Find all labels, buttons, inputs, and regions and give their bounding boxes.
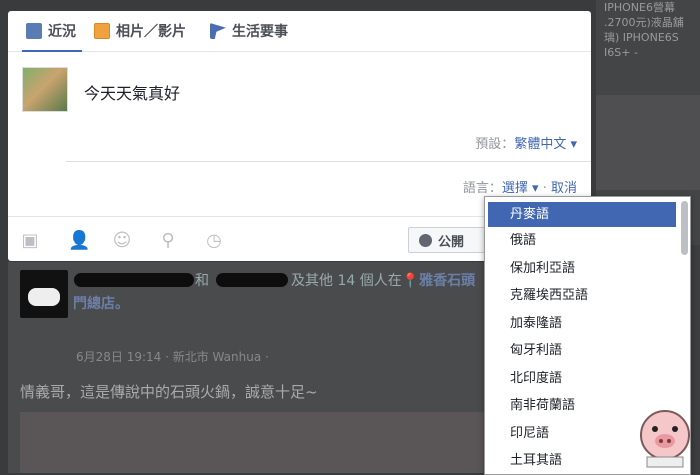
- tab-label: 相片／影片: [116, 24, 186, 40]
- privacy-label: 公開: [438, 234, 465, 250]
- post-header: 和: [195, 270, 209, 290]
- dropdown-option[interactable]: 匈牙利語: [485, 337, 690, 365]
- redaction: [216, 273, 288, 287]
- location-link[interactable]: 📍雅香石頭: [402, 273, 475, 289]
- post-meta: 6月28日 19:14 · 新北市 Wanhua ·: [76, 350, 269, 364]
- tab-life-event[interactable]: 生活要事: [210, 21, 288, 41]
- preset-language: 預設：繁體中文 ▾: [475, 133, 577, 152]
- post-header-text: 及其他 14 個人在: [291, 273, 402, 289]
- avatar: [20, 270, 68, 318]
- ad-line: 璃) IPHONE6S: [604, 31, 679, 44]
- language-label: 語言：: [462, 181, 502, 196]
- tab-photo-video[interactable]: 相片／影片: [94, 21, 186, 41]
- avatar: [22, 67, 68, 112]
- post-header-text: 和: [195, 273, 209, 289]
- ad-line: IPHONE6營幕: [604, 1, 675, 14]
- post-text: 情義哥，這是傳說中的石頭火鍋，誠意十足~: [20, 383, 318, 401]
- pig-mascot-logo: [640, 410, 690, 468]
- tab-label: 生活要事: [232, 24, 288, 40]
- location-pin-icon[interactable]: ⚲: [158, 231, 178, 251]
- language-select[interactable]: 選擇: [502, 181, 528, 196]
- flag-icon: [210, 23, 226, 39]
- dropdown-option[interactable]: 克羅埃西亞語: [485, 282, 690, 310]
- status-input[interactable]: 今天天氣真好: [84, 80, 180, 104]
- dropdown-option[interactable]: 保加利亞語: [485, 255, 690, 283]
- location-link-cont[interactable]: 門總店。: [73, 293, 129, 313]
- tab-status[interactable]: 近況: [26, 21, 76, 41]
- translation-language-row: 語言：選擇 ▾ · 取消: [462, 181, 577, 196]
- emoji-icon[interactable]: ☺: [112, 231, 132, 251]
- dropdown-option[interactable]: 加泰隆語: [485, 310, 690, 338]
- dropdown-option[interactable]: 丹麥語: [488, 202, 676, 227]
- pencil-icon: [26, 23, 42, 39]
- dropdown-option[interactable]: 北印度語: [485, 365, 690, 393]
- privacy-button[interactable]: 公開: [408, 227, 494, 253]
- preset-language-link[interactable]: 繁體中文: [514, 137, 566, 152]
- chevron-down-icon[interactable]: ▾: [566, 137, 577, 152]
- tag-people-icon[interactable]: 👤: [68, 231, 90, 251]
- ad-line: I6S+ -: [604, 46, 638, 59]
- composer-tabs: 近況 相片／影片 生活要事: [8, 11, 591, 52]
- ad-line: .2700元)液晶舖: [604, 16, 684, 29]
- camera-icon[interactable]: ▣: [20, 231, 40, 251]
- location-text[interactable]: 雅香石頭: [419, 273, 475, 289]
- chevron-down-icon[interactable]: ▾: [528, 181, 543, 196]
- divider: [66, 161, 591, 162]
- active-tab-indicator: [22, 50, 82, 52]
- photo-icon: [94, 23, 110, 39]
- dropdown-scrollbar[interactable]: [681, 201, 688, 255]
- globe-icon: [419, 233, 432, 247]
- ad-thumbnail: [596, 95, 700, 190]
- tab-label: 近況: [48, 24, 76, 40]
- dropdown-option[interactable]: 俄語: [485, 227, 690, 255]
- redaction: [74, 273, 194, 287]
- cancel-link[interactable]: 取消: [551, 181, 577, 196]
- preset-label: 預設：: [475, 137, 515, 152]
- clock-icon[interactable]: ◷: [204, 231, 224, 251]
- post-header: 及其他 14 個人在📍雅香石頭: [291, 270, 475, 290]
